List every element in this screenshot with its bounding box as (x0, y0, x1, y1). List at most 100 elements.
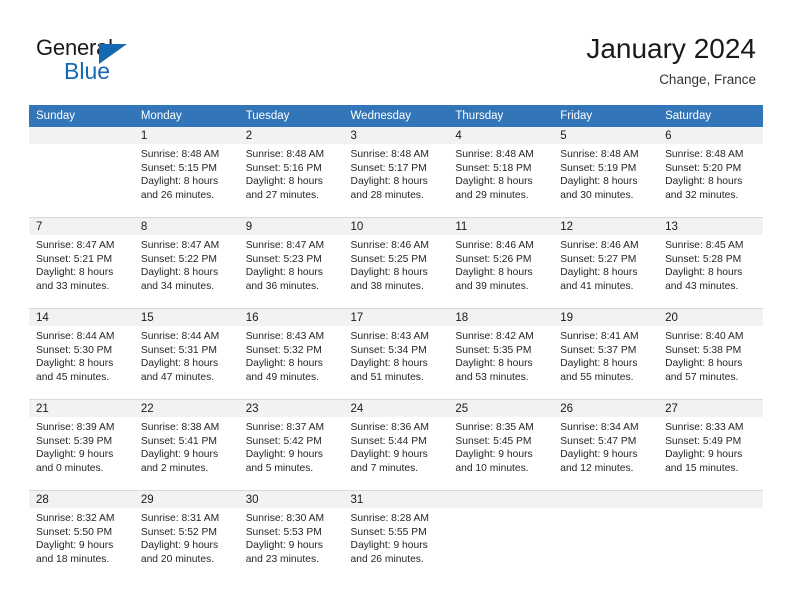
sunset-text: Sunset: 5:26 PM (455, 253, 532, 265)
calendar-day-cell[interactable]: 23 Sunrise: 8:37 AM Sunset: 5:42 PM Dayligh… (238, 399, 344, 491)
calendar-day-cell[interactable]: 17 Sunrise: 8:43 AM Sunset: 5:34 PM Dayligh… (343, 308, 449, 400)
sunset-text: Sunset: 5:39 PM (36, 435, 113, 447)
day-cell-inner (29, 127, 134, 217)
sunset-text: Sunset: 5:44 PM (350, 435, 427, 447)
day-cell-inner: 31 Sunrise: 8:28 AM Sunset: 5:55 PM Dayligh… (343, 491, 449, 581)
calendar-day-cell[interactable]: 7 Sunrise: 8:47 AM Sunset: 5:21 PM Daylight… (29, 217, 134, 309)
daylight-text-line2: and 2 minutes. (140, 462, 209, 474)
calendar-grid: Sunday Monday Tuesday Wednesday Thursday… (29, 105, 763, 581)
calendar-day-cell[interactable]: 22 Sunrise: 8:38 AM Sunset: 5:41 PM Dayligh… (133, 399, 239, 491)
page-subtitle: Change, France (659, 72, 756, 87)
sunset-text: Sunset: 5:27 PM (560, 253, 637, 265)
calendar-day-cell[interactable]: 27 Sunrise: 8:33 AM Sunset: 5:49 PM Dayligh… (658, 399, 763, 491)
day-cell-inner: 11 Sunrise: 8:46 AM Sunset: 5:26 PM Dayligh… (448, 218, 554, 308)
calendar-day-cell[interactable]: 18 Sunrise: 8:42 AM Sunset: 5:35 PM Dayligh… (448, 308, 554, 400)
day-details: Sunrise: 8:39 AM Sunset: 5:39 PM Daylight:… (29, 417, 134, 475)
calendar-page: General Blue January 2024 Change, France… (0, 0, 792, 612)
sunset-text: Sunset: 5:53 PM (245, 526, 322, 538)
day-number: 29 (133, 491, 239, 508)
sunrise-text: Sunrise: 8:31 AM (140, 513, 220, 524)
daylight-text-line1: Daylight: 8 hours (665, 358, 743, 370)
day-cell-inner: 24 Sunrise: 8:36 AM Sunset: 5:44 PM Dayligh… (343, 400, 449, 490)
sunset-text: Sunset: 5:42 PM (245, 435, 322, 447)
weekday-header-tuesday: Tuesday (238, 105, 344, 127)
sunset-text: Sunset: 5:41 PM (140, 435, 217, 447)
day-number: 5 (553, 127, 659, 144)
daylight-text-line1: Daylight: 8 hours (665, 267, 743, 279)
sunrise-text: Sunrise: 8:48 AM (140, 149, 220, 160)
daylight-text-line2: and 0 minutes. (36, 462, 104, 474)
daylight-text-line2: and 10 minutes. (455, 462, 529, 474)
day-cell-inner (553, 491, 659, 581)
day-number: 25 (448, 400, 554, 417)
daylight-text-line2: and 7 minutes. (350, 462, 419, 474)
calendar-day-cell[interactable]: 8 Sunrise: 8:47 AM Sunset: 5:22 PM Daylight… (133, 217, 239, 309)
calendar-day-cell[interactable]: 9 Sunrise: 8:47 AM Sunset: 5:23 PM Daylight… (238, 217, 344, 309)
daylight-text-line1: Daylight: 9 hours (350, 540, 428, 552)
day-cell-inner: 4 Sunrise: 8:48 AM Sunset: 5:18 PM Daylight… (448, 127, 554, 217)
daylight-text-line1: Daylight: 9 hours (140, 540, 219, 552)
calendar-day-cell[interactable]: 16 Sunrise: 8:43 AM Sunset: 5:32 PM Dayligh… (238, 308, 344, 400)
day-cell-inner: 27 Sunrise: 8:33 AM Sunset: 5:49 PM Dayligh… (658, 400, 763, 490)
calendar-day-cell[interactable]: 19 Sunrise: 8:41 AM Sunset: 5:37 PM Dayligh… (553, 308, 659, 400)
calendar-day-cell[interactable]: 13 Sunrise: 8:45 AM Sunset: 5:28 PM Dayligh… (658, 217, 763, 309)
calendar-day-cell[interactable]: 4 Sunrise: 8:48 AM Sunset: 5:18 PM Daylight… (448, 127, 554, 218)
calendar-day-cell[interactable]: 31 Sunrise: 8:28 AM Sunset: 5:55 PM Dayligh… (343, 490, 449, 581)
daylight-text-line2: and 23 minutes. (245, 553, 319, 565)
sunset-text: Sunset: 5:38 PM (665, 344, 742, 356)
calendar-day-cell[interactable]: 10 Sunrise: 8:46 AM Sunset: 5:25 PM Dayligh… (343, 217, 449, 309)
sunset-text: Sunset: 5:49 PM (665, 435, 742, 447)
calendar-day-cell[interactable]: 24 Sunrise: 8:36 AM Sunset: 5:44 PM Dayligh… (343, 399, 449, 491)
calendar-day-cell[interactable]: 12 Sunrise: 8:46 AM Sunset: 5:27 PM Dayligh… (553, 217, 659, 309)
day-cell-inner: 25 Sunrise: 8:35 AM Sunset: 5:45 PM Dayligh… (448, 400, 554, 490)
calendar-day-cell[interactable]: 26 Sunrise: 8:34 AM Sunset: 5:47 PM Dayligh… (553, 399, 659, 491)
calendar-day-cell (29, 127, 134, 218)
daylight-text-line2: and 47 minutes. (140, 371, 215, 383)
daylight-text-line1: Daylight: 8 hours (560, 176, 638, 188)
day-cell-inner: 5 Sunrise: 8:48 AM Sunset: 5:19 PM Daylight… (553, 127, 659, 217)
daylight-text-line1: Daylight: 8 hours (665, 176, 743, 188)
daylight-text-line2: and 41 minutes. (560, 280, 634, 292)
day-number: 11 (448, 218, 554, 235)
sunrise-text: Sunrise: 8:46 AM (560, 240, 639, 251)
calendar-day-cell[interactable]: 11 Sunrise: 8:46 AM Sunset: 5:26 PM Dayligh… (448, 217, 554, 309)
calendar-day-cell[interactable]: 2 Sunrise: 8:48 AM Sunset: 5:16 PM Daylight… (238, 127, 344, 218)
calendar-day-cell[interactable]: 30 Sunrise: 8:30 AM Sunset: 5:53 PM Dayligh… (238, 490, 344, 581)
day-details: Sunrise: 8:44 AM Sunset: 5:30 PM Daylight:… (29, 326, 134, 384)
sunrise-text: Sunrise: 8:40 AM (665, 331, 744, 342)
day-details: Sunrise: 8:36 AM Sunset: 5:44 PM Daylight:… (344, 417, 449, 475)
calendar-day-cell[interactable]: 21 Sunrise: 8:39 AM Sunset: 5:39 PM Dayligh… (29, 399, 134, 491)
sunset-text: Sunset: 5:19 PM (560, 162, 637, 174)
daylight-text-line1: Daylight: 8 hours (350, 358, 428, 370)
calendar-day-cell[interactable]: 14 Sunrise: 8:44 AM Sunset: 5:30 PM Dayligh… (29, 308, 134, 400)
daylight-text-line2: and 53 minutes. (455, 371, 529, 383)
calendar-day-cell[interactable]: 25 Sunrise: 8:35 AM Sunset: 5:45 PM Dayligh… (448, 399, 554, 491)
day-details: Sunrise: 8:41 AM Sunset: 5:37 PM Daylight:… (553, 326, 658, 384)
calendar-day-cell[interactable]: 15 Sunrise: 8:44 AM Sunset: 5:31 PM Dayligh… (133, 308, 239, 400)
day-number: 6 (658, 127, 763, 144)
daylight-text-line2: and 12 minutes. (560, 462, 634, 474)
day-details: Sunrise: 8:43 AM Sunset: 5:34 PM Daylight:… (344, 326, 449, 384)
day-details: Sunrise: 8:48 AM Sunset: 5:16 PM Daylight:… (239, 144, 344, 202)
calendar-day-cell[interactable]: 29 Sunrise: 8:31 AM Sunset: 5:52 PM Dayligh… (133, 490, 239, 581)
calendar-day-cell[interactable]: 6 Sunrise: 8:48 AM Sunset: 5:20 PM Daylight… (658, 127, 763, 218)
calendar-day-cell[interactable]: 28 Sunrise: 8:32 AM Sunset: 5:50 PM Dayligh… (29, 490, 134, 581)
day-cell-inner: 12 Sunrise: 8:46 AM Sunset: 5:27 PM Dayligh… (553, 218, 659, 308)
calendar-day-cell[interactable]: 3 Sunrise: 8:48 AM Sunset: 5:17 PM Daylight… (343, 127, 449, 218)
day-number: 18 (448, 309, 554, 326)
day-number: 14 (29, 309, 134, 326)
page-title: January 2024 (586, 33, 756, 64)
sunset-text: Sunset: 5:20 PM (665, 162, 742, 174)
calendar-day-cell[interactable]: 5 Sunrise: 8:48 AM Sunset: 5:19 PM Daylight… (553, 127, 659, 218)
day-cell-inner: 20 Sunrise: 8:40 AM Sunset: 5:38 PM Dayligh… (658, 309, 763, 399)
sunrise-text: Sunrise: 8:48 AM (245, 149, 325, 160)
general-blue-logo[interactable]: General Blue (36, 36, 156, 86)
calendar-day-cell[interactable]: 1 Sunrise: 8:48 AM Sunset: 5:15 PM Daylight… (133, 127, 239, 218)
calendar-day-cell[interactable]: 20 Sunrise: 8:40 AM Sunset: 5:38 PM Dayligh… (658, 308, 763, 400)
day-details: Sunrise: 8:44 AM Sunset: 5:31 PM Daylight:… (134, 326, 239, 384)
day-cell-inner: 7 Sunrise: 8:47 AM Sunset: 5:21 PM Daylight… (29, 218, 134, 308)
sunset-text: Sunset: 5:15 PM (140, 162, 217, 174)
day-details: Sunrise: 8:33 AM Sunset: 5:49 PM Daylight:… (658, 417, 763, 475)
day-number (29, 127, 134, 144)
weekday-header-saturday: Saturday (658, 105, 763, 127)
